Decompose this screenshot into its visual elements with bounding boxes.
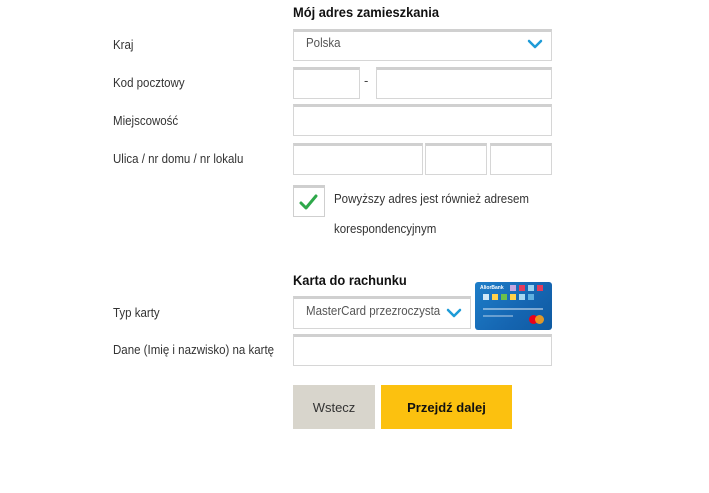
city-label: Miejscowość (113, 114, 179, 128)
street-label: Ulica / nr domu / nr lokalu (113, 152, 244, 166)
checkmark-icon (299, 194, 318, 210)
house-number-input[interactable] (425, 143, 487, 175)
card-image: AliorBank (475, 282, 552, 330)
mastercard-logo-icon (535, 315, 544, 324)
card-tile (501, 294, 507, 300)
correspondence-label-line2: korespondencyjnym (334, 222, 437, 236)
card-section-title: Karta do rachunku (293, 272, 407, 288)
card-tile (528, 285, 534, 291)
postal-code-part2-input[interactable] (376, 67, 552, 99)
postal-code-separator: - (364, 73, 369, 88)
card-holder-stripe (483, 315, 513, 317)
card-type-label: Typ karty (113, 306, 160, 320)
card-tile (528, 294, 534, 300)
country-select-value: Polska (306, 36, 341, 50)
next-button[interactable]: Przejdź dalej (381, 385, 512, 429)
correspondence-label-line1: Powyższy adres jest również adresem (334, 192, 529, 206)
address-section-title: Mój adres zamieszkania (293, 4, 440, 20)
apartment-number-input[interactable] (490, 143, 552, 175)
card-type-select-value: MasterCard przezroczysta (306, 304, 441, 318)
country-label: Kraj (113, 38, 134, 52)
card-bank-name: AliorBank (480, 285, 504, 291)
card-tile (510, 294, 516, 300)
card-number-stripe (483, 308, 543, 310)
card-tile (492, 294, 498, 300)
postal-code-label: Kod pocztowy (113, 76, 185, 90)
card-tile (510, 285, 516, 291)
card-tile (483, 294, 489, 300)
chevron-down-icon (527, 39, 543, 49)
card-tile (519, 285, 525, 291)
back-button[interactable]: Wstecz (293, 385, 375, 429)
chevron-down-icon (446, 308, 462, 318)
country-select[interactable]: Polska (293, 29, 552, 61)
cardholder-input[interactable] (293, 334, 552, 366)
city-input[interactable] (293, 104, 552, 136)
correspondence-address-checkbox[interactable] (293, 185, 325, 217)
cardholder-label: Dane (Imię i nazwisko) na kartę (113, 343, 275, 357)
card-tile (537, 285, 543, 291)
street-input[interactable] (293, 143, 423, 175)
card-tile (519, 294, 525, 300)
postal-code-part1-input[interactable] (293, 67, 360, 99)
card-type-select[interactable]: MasterCard przezroczysta (293, 296, 471, 329)
